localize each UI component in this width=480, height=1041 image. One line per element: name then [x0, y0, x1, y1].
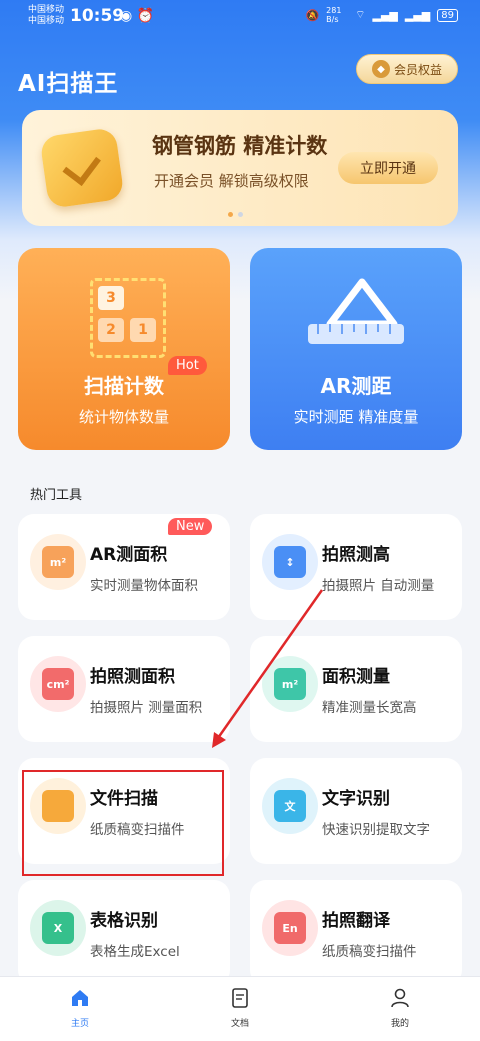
- carousel-dot: [238, 212, 243, 217]
- diamond-icon: ◆: [371, 60, 390, 78]
- tool-title: 表格识别: [90, 911, 158, 931]
- tool-subtitle: 精准测量长宽高: [322, 700, 417, 716]
- status-right: 🔕 281 B/s ⌔ ▂▄▆ ▂▄▆ 89: [305, 6, 458, 24]
- scan-count-subtitle: 统计物体数量: [78, 408, 169, 426]
- icon-glyph: cm²: [42, 668, 74, 700]
- status-bar: 中国移动 中国移动 10:59 ◉ ⏰ 🔕 281 B/s ⌔ ▂▄▆ ▂▄▆ …: [0, 0, 480, 36]
- tab-documents-label: 文档: [230, 1019, 249, 1029]
- carrier-labels: 中国移动 中国移动: [28, 5, 64, 27]
- vip-label: 会员权益: [393, 62, 442, 77]
- height-ruler-icon: ↕: [262, 534, 318, 590]
- tab-documents[interactable]: 文档: [210, 987, 270, 1029]
- icon-glyph: En: [274, 912, 306, 944]
- mute-icon: 🔕: [305, 8, 320, 22]
- number-tile: 3: [98, 286, 124, 310]
- text-ocr-icon: 文: [262, 778, 318, 834]
- vip-benefits-button[interactable]: ◆ 会员权益: [356, 54, 458, 84]
- icon-glyph: 文: [274, 790, 306, 822]
- tab-home-label: 主页: [70, 1019, 89, 1029]
- tool-title: 面积测量: [322, 667, 390, 687]
- icon-glyph: ↕: [274, 546, 306, 578]
- table-excel-icon: X: [30, 900, 86, 956]
- profile-icon: [391, 988, 409, 1008]
- carrier-2: 中国移动: [28, 16, 65, 26]
- tool-subtitle: 拍摄照片 自动测量: [322, 578, 435, 594]
- icon-glyph: X: [42, 912, 74, 944]
- app-title: AI扫描王: [18, 71, 119, 97]
- tab-profile-label: 我的: [390, 1019, 409, 1029]
- status-left-icons: ◉ ⏰: [120, 8, 154, 24]
- bottom-tab-bar: 主页 文档 我的: [0, 976, 480, 1041]
- tool-title: 文字识别: [322, 789, 390, 809]
- icon-glyph: m²: [42, 546, 74, 578]
- text-recognition-tool[interactable]: 文文字识别快速识别提取文字: [250, 758, 462, 864]
- wifi-icon: ⌔: [355, 8, 366, 21]
- ar-area-tool[interactable]: m² AR测面积实时测量物体面积 New: [18, 514, 230, 620]
- highlight-box: [22, 770, 224, 876]
- icon-glyph: m²: [274, 668, 306, 700]
- signal-icon-2: ▂▄▆: [404, 8, 431, 22]
- banner-subtitle: 开通会员 解锁高级权限: [154, 172, 309, 190]
- document-icon: [232, 988, 248, 1008]
- ar-distance-card[interactable]: AR测距 实时测距 精准度量: [250, 248, 462, 450]
- home-icon: [72, 990, 88, 1006]
- photo-translate-tool[interactable]: En 拍照翻译纸质稿变扫描件: [250, 880, 462, 986]
- number-tile: 1: [130, 318, 156, 342]
- promo-banner[interactable]: 钢管钢筋 精准计数 开通会员 解锁高级权限 立即开通: [22, 110, 458, 226]
- ar-distance-title: AR测距: [320, 374, 392, 398]
- alarm-icon: ⏰: [136, 8, 155, 24]
- tool-title: 拍照测高: [322, 545, 390, 565]
- house-area-icon: m²: [262, 656, 318, 712]
- signal-icon: ▂▄▆: [372, 8, 398, 22]
- badge-illustration: [39, 127, 125, 209]
- activate-button[interactable]: 立即开通: [338, 152, 438, 184]
- tool-subtitle: 纸质稿变扫描件: [322, 944, 417, 960]
- carousel-dot-active: [228, 212, 233, 217]
- table-recognition-tool[interactable]: X 表格识别表格生成Excel: [18, 880, 230, 986]
- carousel-dots: [228, 212, 243, 217]
- area-cube-icon: m²: [30, 534, 86, 590]
- banner-title: 钢管钢筋 精准计数: [152, 134, 328, 158]
- battery-indicator: 89: [437, 8, 458, 22]
- new-badge: New: [168, 518, 213, 535]
- scan-count-title: 扫描计数: [84, 374, 164, 398]
- tab-profile[interactable]: 我的: [370, 987, 430, 1029]
- tool-title: AR测面积: [90, 545, 168, 565]
- section-title: 热门工具: [30, 488, 83, 503]
- carrier-1: 中国移动: [28, 5, 65, 15]
- tool-subtitle: 快速识别提取文字: [322, 822, 430, 838]
- tool-subtitle: 拍摄照片 测量面积: [90, 700, 203, 716]
- tab-home[interactable]: 主页: [50, 987, 110, 1029]
- photo-area-tool[interactable]: cm² 拍照测面积拍摄照片 测量面积: [18, 636, 230, 742]
- translate-icon: En: [262, 900, 318, 956]
- tool-title: 拍照测面积: [90, 667, 175, 687]
- number-tile: 2: [98, 318, 124, 342]
- photo-area-icon: cm²: [30, 656, 86, 712]
- area-measure-tool[interactable]: m² 面积测量精准测量长宽高: [250, 636, 462, 742]
- ruler-triangle-icon: [308, 278, 404, 344]
- tool-subtitle: 实时测量物体面积: [90, 578, 198, 594]
- network-speed: 281 B/s: [326, 6, 342, 24]
- eye-icon: ◉: [120, 8, 133, 24]
- tool-title: 拍照翻译: [322, 911, 390, 931]
- scan-count-card[interactable]: 3 2 1 Hot 扫描计数 统计物体数量: [18, 248, 230, 450]
- status-time: 10:59: [70, 6, 125, 26]
- ar-distance-subtitle: 实时测距 精准度量: [293, 408, 419, 426]
- tool-subtitle: 表格生成Excel: [90, 944, 180, 960]
- photo-height-tool[interactable]: ↕ 拍照测高拍摄照片 自动测量: [250, 514, 462, 620]
